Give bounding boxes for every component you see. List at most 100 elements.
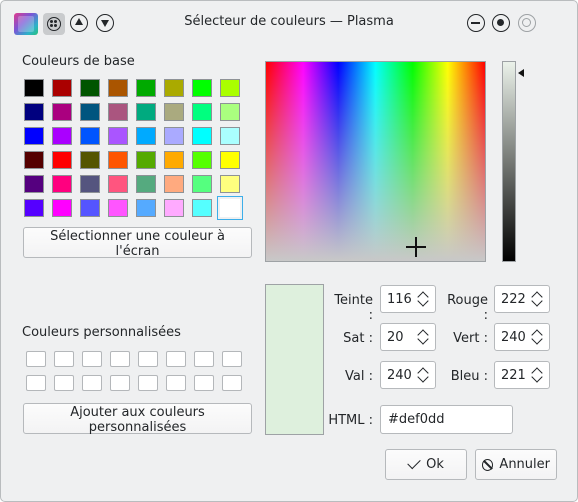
basic-color-swatch[interactable]: [108, 103, 128, 121]
basic-color-swatch[interactable]: [108, 127, 128, 145]
custom-color-slot[interactable]: [194, 375, 214, 391]
basic-color-swatch[interactable]: [220, 175, 240, 193]
value-slider-arrow-icon[interactable]: [518, 69, 524, 77]
custom-color-slot[interactable]: [222, 351, 242, 367]
val-value: 240: [387, 368, 412, 383]
basic-color-swatch[interactable]: [80, 151, 100, 169]
custom-color-slot[interactable]: [110, 351, 130, 367]
basic-color-swatch[interactable]: [164, 199, 184, 217]
basic-color-swatch[interactable]: [192, 175, 212, 193]
basic-color-swatch[interactable]: [24, 103, 44, 121]
value-slider[interactable]: [502, 61, 516, 262]
basic-color-swatch[interactable]: [80, 79, 100, 97]
maximize-icon[interactable]: [492, 14, 510, 32]
val-spinbox[interactable]: 240: [380, 361, 436, 389]
basic-color-swatch[interactable]: [24, 175, 44, 193]
basic-color-swatch[interactable]: [52, 103, 72, 121]
basic-color-swatch[interactable]: [220, 127, 240, 145]
basic-color-swatch[interactable]: [164, 175, 184, 193]
basic-color-swatch[interactable]: [52, 175, 72, 193]
spin-arrows-icon[interactable]: [417, 288, 431, 310]
spin-arrows-icon[interactable]: [531, 288, 545, 310]
custom-color-slot[interactable]: [110, 375, 130, 391]
ok-button[interactable]: Ok: [385, 449, 467, 480]
basic-color-swatch[interactable]: [108, 79, 128, 97]
custom-color-slot[interactable]: [26, 375, 46, 391]
custom-color-slot[interactable]: [82, 375, 102, 391]
basic-color-swatch[interactable]: [136, 103, 156, 121]
basic-color-swatch[interactable]: [136, 79, 156, 97]
check-icon: [407, 455, 421, 470]
basic-color-swatch[interactable]: [108, 151, 128, 169]
basic-color-swatch[interactable]: [192, 103, 212, 121]
green-label: Vert :: [453, 331, 488, 346]
spin-arrows-icon[interactable]: [417, 326, 431, 348]
basic-color-swatch[interactable]: [192, 151, 212, 169]
val-label: Val :: [345, 369, 373, 384]
cancel-icon: [482, 458, 494, 471]
html-color-input[interactable]: #def0dd: [380, 405, 513, 434]
spin-arrows-icon[interactable]: [417, 364, 431, 386]
close-icon[interactable]: [518, 14, 536, 32]
basic-color-swatch[interactable]: [80, 103, 100, 121]
custom-color-slot[interactable]: [26, 351, 46, 367]
basic-color-swatch[interactable]: [164, 151, 184, 169]
basic-color-swatch[interactable]: [80, 199, 100, 217]
red-spinbox[interactable]: 222: [494, 285, 550, 313]
basic-color-swatch[interactable]: [136, 175, 156, 193]
cancel-button[interactable]: Annuler: [475, 449, 557, 480]
cancel-label: Annuler: [499, 457, 550, 472]
custom-colors-grid: [26, 351, 242, 391]
basic-color-swatch[interactable]: [220, 103, 240, 121]
basic-color-swatch[interactable]: [52, 79, 72, 97]
basic-color-swatch[interactable]: [164, 127, 184, 145]
green-value: 240: [501, 330, 526, 345]
minimize-icon[interactable]: [467, 14, 485, 32]
basic-color-swatch[interactable]: [24, 151, 44, 169]
custom-color-slot[interactable]: [222, 375, 242, 391]
custom-color-slot[interactable]: [194, 351, 214, 367]
basic-color-swatch[interactable]: [192, 79, 212, 97]
custom-color-slot[interactable]: [166, 351, 186, 367]
basic-color-swatch[interactable]: [24, 79, 44, 97]
blue-spinbox[interactable]: 221: [494, 361, 550, 389]
custom-color-slot[interactable]: [82, 351, 102, 367]
basic-color-swatch[interactable]: [24, 199, 44, 217]
custom-color-slot[interactable]: [54, 351, 74, 367]
picker-crosshair-vertical: [415, 237, 417, 257]
basic-color-swatch[interactable]: [220, 79, 240, 97]
basic-color-swatch[interactable]: [52, 199, 72, 217]
basic-color-swatch[interactable]: [24, 127, 44, 145]
hue-saturation-picker[interactable]: [265, 61, 486, 262]
pick-screen-color-button[interactable]: Sélectionner une couleur à l'écran: [23, 227, 252, 259]
sat-spinbox[interactable]: 20: [380, 323, 436, 351]
basic-color-swatch[interactable]: [108, 175, 128, 193]
basic-color-swatch[interactable]: [52, 151, 72, 169]
spin-arrows-icon[interactable]: [531, 364, 545, 386]
basic-color-swatch[interactable]: [217, 196, 243, 220]
green-spinbox[interactable]: 240: [494, 323, 550, 351]
basic-color-swatch[interactable]: [136, 199, 156, 217]
custom-color-slot[interactable]: [166, 375, 186, 391]
custom-color-slot[interactable]: [138, 351, 158, 367]
custom-color-slot[interactable]: [138, 375, 158, 391]
basic-color-swatch[interactable]: [52, 127, 72, 145]
basic-color-swatch[interactable]: [164, 79, 184, 97]
basic-color-swatch[interactable]: [192, 199, 212, 217]
add-custom-color-button[interactable]: Ajouter aux couleurs personnalisées: [23, 403, 252, 435]
window-title: Sélecteur de couleurs — Plasma: [184, 14, 394, 29]
hue-spinbox[interactable]: 116: [380, 285, 436, 313]
basic-color-swatch[interactable]: [192, 127, 212, 145]
basic-color-swatch[interactable]: [220, 151, 240, 169]
basic-color-swatch[interactable]: [164, 103, 184, 121]
basic-color-swatch[interactable]: [136, 151, 156, 169]
blue-value: 221: [501, 368, 526, 383]
color-dialog-window: Sélecteur de couleurs — Plasma Couleurs …: [0, 0, 578, 502]
custom-color-slot[interactable]: [54, 375, 74, 391]
basic-color-swatch[interactable]: [108, 199, 128, 217]
basic-color-swatch[interactable]: [80, 175, 100, 193]
basic-color-swatch[interactable]: [80, 127, 100, 145]
basic-color-swatch[interactable]: [136, 127, 156, 145]
spin-arrows-icon[interactable]: [531, 326, 545, 348]
basic-colors-grid: [24, 79, 243, 220]
